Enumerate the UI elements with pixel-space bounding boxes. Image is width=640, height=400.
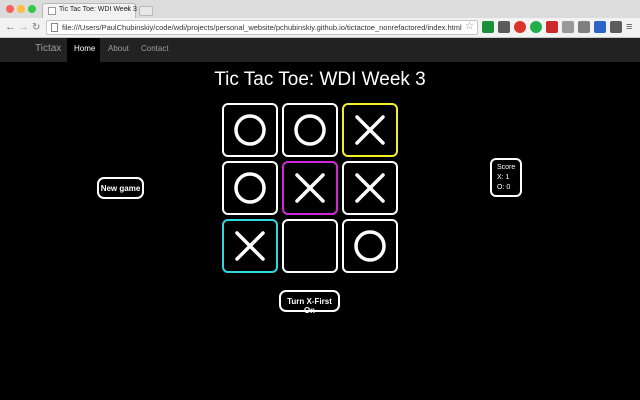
board-cell-6[interactable] — [342, 161, 398, 215]
game-board — [222, 103, 398, 273]
extension-icon[interactable] — [546, 21, 558, 33]
browser-toolbar: ← → ↻ file:///Users/PaulChubinskiy/code/… — [0, 18, 640, 38]
o-mark-icon — [294, 114, 326, 146]
brand-link[interactable]: Tictax — [35, 43, 61, 54]
board-cell-5[interactable] — [282, 161, 338, 215]
url-text[interactable]: file:///Users/PaulChubinskiy/code/wdi/pr… — [62, 23, 462, 32]
nav-item-contact[interactable]: Contact — [141, 44, 169, 53]
board-cell-7[interactable] — [222, 219, 278, 273]
board-cell-9[interactable] — [342, 219, 398, 273]
new-game-button[interactable]: New game — [97, 177, 144, 199]
x-mark-icon — [295, 173, 325, 203]
o-mark-icon — [234, 114, 266, 146]
reload-icon[interactable]: ↻ — [32, 21, 40, 34]
board-cell-3[interactable] — [342, 103, 398, 157]
nav-item-home[interactable]: Home — [67, 38, 100, 62]
board-cell-4[interactable] — [222, 161, 278, 215]
extension-icon[interactable] — [610, 21, 622, 33]
o-mark-icon — [234, 172, 266, 204]
score-title: Score — [497, 164, 516, 171]
forward-arrow-icon[interactable]: → — [18, 21, 29, 34]
x-first-toggle-button[interactable]: Turn X-First On — [279, 290, 340, 315]
score-o: O: 0 — [497, 184, 511, 191]
x-mark-icon — [355, 173, 385, 203]
site-navbar: Tictax Home About Contact — [0, 38, 640, 62]
page-icon — [51, 23, 58, 32]
extension-icon[interactable] — [562, 21, 574, 33]
nav-item-label: Home — [74, 44, 96, 53]
extension-icon[interactable] — [594, 21, 606, 33]
board-cell-1[interactable] — [222, 103, 278, 157]
extension-icon[interactable] — [578, 21, 590, 33]
minimize-window-icon[interactable] — [17, 5, 25, 13]
o-mark-icon — [354, 230, 386, 262]
browser-tab-strip: Tic Tac Toe: WDI Week 3 × — [0, 0, 640, 18]
new-game-label: New game — [100, 184, 141, 193]
page-title: Tic Tac Toe: WDI Week 3 — [214, 69, 426, 90]
page-favicon-icon — [48, 7, 56, 15]
new-tab-button[interactable] — [139, 6, 153, 16]
menu-icon[interactable]: ≡ — [626, 21, 632, 33]
nav-item-about[interactable]: About — [108, 44, 129, 53]
extension-icon[interactable] — [530, 21, 542, 33]
extension-icon[interactable] — [482, 21, 494, 33]
maximize-window-icon[interactable] — [28, 5, 36, 13]
x-mark-icon — [355, 115, 385, 145]
x-first-toggle-label: Turn X-First On — [287, 297, 332, 315]
score-box: Score X: 1 O: 0 — [490, 158, 522, 197]
board-cell-2[interactable] — [282, 103, 338, 157]
bookmark-star-icon[interactable]: ☆ — [465, 21, 474, 32]
address-bar[interactable]: file:///Users/PaulChubinskiy/code/wdi/pr… — [46, 20, 478, 35]
tab-close-icon[interactable]: × — [125, 5, 130, 14]
extension-icon[interactable] — [514, 21, 526, 33]
back-arrow-icon[interactable]: ← — [5, 21, 16, 34]
close-window-icon[interactable] — [6, 5, 14, 13]
x-mark-icon — [235, 231, 265, 261]
board-cell-8[interactable] — [282, 219, 338, 273]
score-x: X: 1 — [497, 174, 510, 181]
browser-tab[interactable]: Tic Tac Toe: WDI Week 3 × — [42, 3, 137, 18]
extension-icon[interactable] — [498, 21, 510, 33]
